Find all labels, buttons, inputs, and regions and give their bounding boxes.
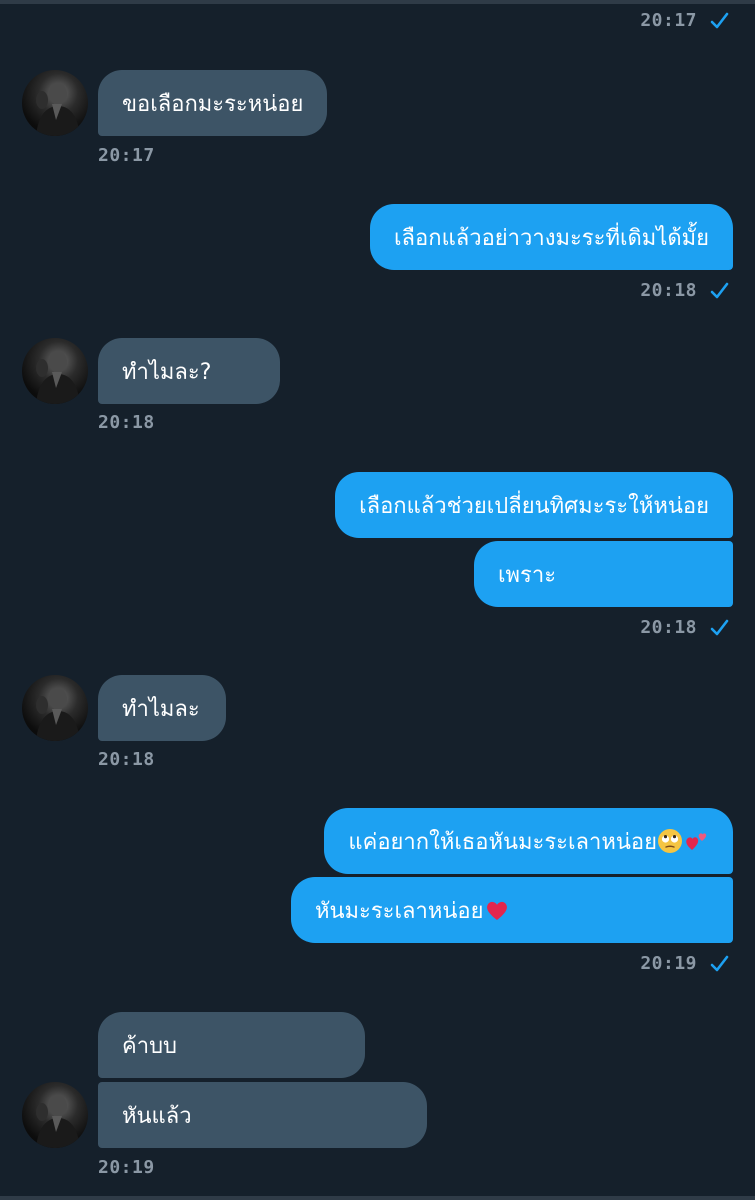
message-text: หันแล้ว <box>122 1103 192 1129</box>
avatar[interactable] <box>22 675 88 741</box>
message-bubble-incoming[interactable]: ทำไมละ <box>98 675 226 741</box>
message-text: เลือกแล้วอย่าวางมะระที่เดิมได้มั้ย <box>394 225 709 251</box>
message-timestamp: 20:18 <box>640 617 697 638</box>
message-timestamp: 20:18 <box>98 412 155 433</box>
message-timestamp: 20:19 <box>98 1157 155 1178</box>
message-text: เลือกแล้วช่วยเปลี่ยนทิศมะระให้หน่อย <box>359 493 709 519</box>
message-bubble-outgoing[interactable]: เลือกแล้วช่วยเปลี่ยนทิศมะระให้หน่อย <box>335 472 733 538</box>
check-icon <box>709 954 729 974</box>
message-text: แค่อยากให้เธอหันมะระเลาหน่อย <box>348 829 657 855</box>
message-timestamp: 20:19 <box>640 953 697 974</box>
message-bubble-outgoing[interactable]: แค่อยากให้เธอหันมะระเลาหน่อย <box>324 808 733 874</box>
face-with-rolling-eyes-icon <box>657 828 683 854</box>
check-icon <box>709 11 729 31</box>
message-text: หันมะระเลาหน่อย <box>315 898 484 924</box>
message-status-row: 20:17 <box>640 10 729 31</box>
message-text: เพราะ <box>498 562 557 588</box>
message-timestamp: 20:17 <box>98 145 155 166</box>
message-bubble-incoming[interactable]: ค้าบบ <box>98 1012 365 1078</box>
message-timestamp: 20:18 <box>640 280 697 301</box>
message-text: ขอเลือกมะระหน่อย <box>122 91 304 117</box>
message-text: ทำไมละ <box>122 696 200 722</box>
check-icon <box>709 618 729 638</box>
message-text: ทำไมละ? <box>122 359 212 385</box>
message-bubble-outgoing[interactable]: เลือกแล้วอย่าวางมะระที่เดิมได้มั้ย <box>370 204 733 270</box>
message-bubble-outgoing[interactable]: หันมะระเลาหน่อย <box>291 877 733 943</box>
message-bubble-outgoing[interactable]: เพราะ <box>474 541 733 607</box>
red-heart-icon <box>484 897 510 923</box>
bottom-divider <box>0 1196 755 1200</box>
message-bubble-incoming[interactable]: ทำไมละ? <box>98 338 280 404</box>
message-bubble-incoming[interactable]: ขอเลือกมะระหน่อย <box>98 70 328 136</box>
message-status-row: 20:19 <box>640 953 729 974</box>
top-divider <box>0 0 755 4</box>
avatar[interactable] <box>22 338 88 404</box>
two-hearts-icon <box>683 828 709 854</box>
message-timestamp: 20:17 <box>640 10 697 31</box>
message-bubble-incoming[interactable]: หันแล้ว <box>98 1082 427 1148</box>
check-icon <box>709 281 729 301</box>
avatar[interactable] <box>22 70 88 136</box>
message-text: ค้าบบ <box>122 1033 177 1059</box>
message-status-row: 20:18 <box>640 617 729 638</box>
message-status-row: 20:18 <box>640 280 729 301</box>
message-timestamp: 20:18 <box>98 749 155 770</box>
avatar[interactable] <box>22 1082 88 1148</box>
